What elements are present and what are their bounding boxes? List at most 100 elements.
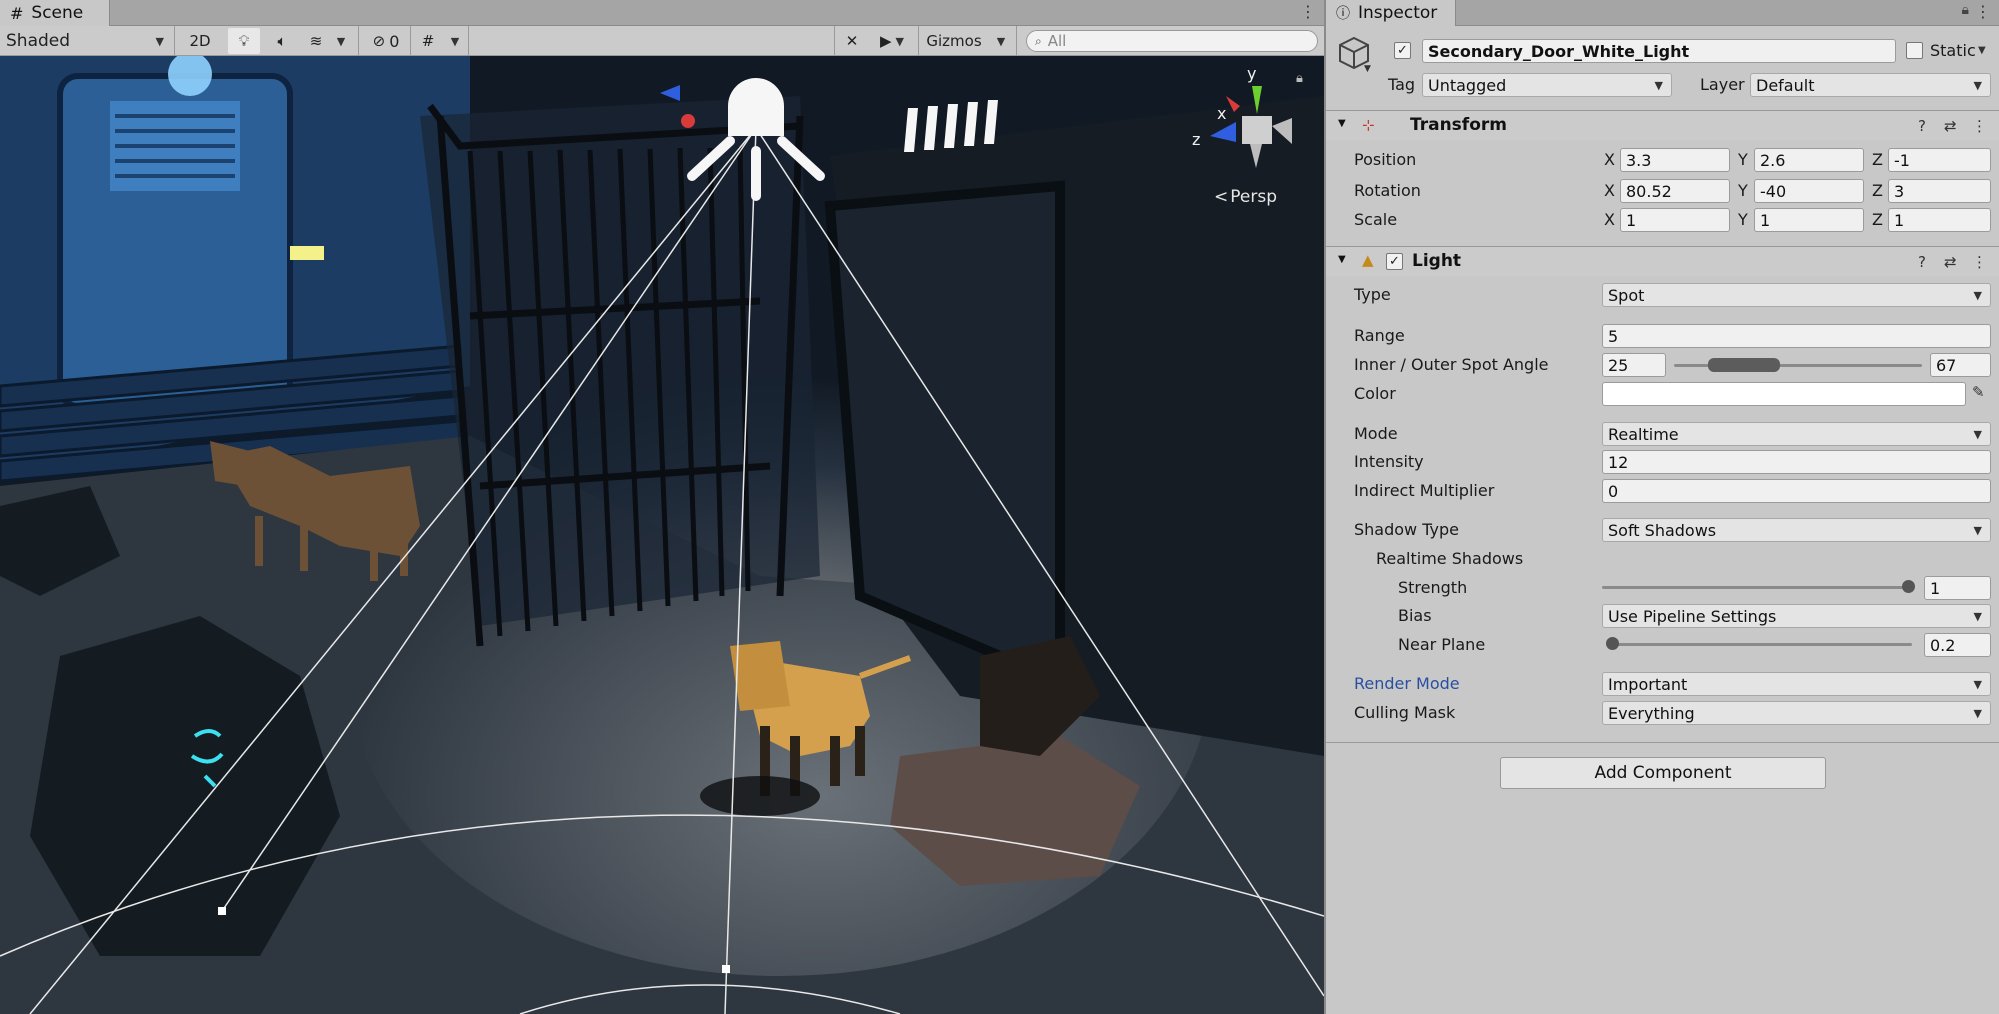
render-mode-dropdown[interactable]: Important ▼: [1602, 672, 1991, 696]
culling-mask-label: Culling Mask: [1354, 703, 1456, 722]
position-x-field[interactable]: 3.3: [1620, 148, 1730, 172]
color-field[interactable]: [1602, 382, 1966, 406]
chevron-down-icon[interactable]: ▼: [1364, 64, 1371, 74]
intensity-field[interactable]: 12: [1602, 450, 1991, 474]
cone-handle[interactable]: [218, 907, 226, 915]
tab-scene[interactable]: # Scene: [0, 0, 110, 26]
axis-y-label[interactable]: Y: [1738, 150, 1748, 169]
scale-y-field[interactable]: 1: [1754, 208, 1864, 232]
rotation-z-field[interactable]: 3: [1888, 179, 1991, 203]
more-options-icon[interactable]: ⋮: [1975, 2, 1991, 21]
layer-value: Default: [1756, 75, 1815, 95]
position-z-field[interactable]: -1: [1888, 148, 1991, 172]
scene-tab-bar: # Scene ⋮: [0, 0, 1324, 26]
scene-visibility-button[interactable]: ⊘ 0: [364, 28, 408, 54]
layer-dropdown[interactable]: Default ▼: [1750, 73, 1991, 97]
gizmos-button[interactable]: Gizmos: [922, 28, 986, 54]
strength-label: Strength: [1398, 578, 1468, 597]
tools-button[interactable]: ✕: [838, 28, 866, 54]
tools-icon: ✕: [845, 32, 859, 50]
type-value: Spot: [1608, 285, 1645, 305]
strength-slider-track[interactable]: [1602, 586, 1910, 589]
gizmos-dropdown[interactable]: ▼: [992, 28, 1010, 54]
search-icon: ⌕: [1035, 33, 1042, 48]
intensity-label: Intensity: [1354, 452, 1424, 471]
inner-angle-field[interactable]: 25: [1602, 353, 1666, 377]
effects-dropdown[interactable]: ▼: [332, 28, 350, 54]
grid-dropdown[interactable]: ▼: [446, 28, 464, 54]
axis-x-label[interactable]: X: [1604, 181, 1615, 200]
help-icon[interactable]: ?: [1918, 117, 1926, 135]
static-checkbox[interactable]: [1906, 42, 1923, 59]
axis-x-label[interactable]: X: [1604, 150, 1615, 169]
object-name-field[interactable]: Secondary_Door_White_Light: [1422, 39, 1896, 63]
tag-dropdown[interactable]: Untagged ▼: [1422, 73, 1672, 97]
axis-z-label[interactable]: Z: [1872, 150, 1883, 169]
grid-snap-button[interactable]: #: [414, 28, 442, 54]
indirect-multiplier-field[interactable]: 0: [1602, 479, 1991, 503]
active-checkbox[interactable]: ✓: [1394, 42, 1411, 59]
axis-y-label[interactable]: Y: [1738, 181, 1748, 200]
preset-icon[interactable]: ⇄: [1944, 253, 1957, 271]
lighting-toggle-button[interactable]: 💡︎: [228, 28, 260, 54]
lock-icon[interactable]: 🔒︎: [1962, 2, 1969, 18]
near-plane-slider-knob[interactable]: [1606, 637, 1619, 650]
grid-icon: #: [10, 3, 24, 23]
light-enabled-checkbox[interactable]: ✓: [1386, 253, 1403, 270]
near-plane-slider-track[interactable]: [1608, 643, 1912, 646]
axis-z-label[interactable]: Z: [1872, 210, 1883, 229]
position-label: Position: [1354, 150, 1417, 169]
bias-dropdown[interactable]: Use Pipeline Settings ▼: [1602, 604, 1991, 628]
type-dropdown[interactable]: Spot ▼: [1602, 283, 1991, 307]
draw-mode-dropdown[interactable]: Shaded ▼: [0, 28, 170, 54]
position-y-field[interactable]: 2.6: [1754, 148, 1864, 172]
scale-z-field[interactable]: 1: [1888, 208, 1991, 232]
bias-label: Bias: [1398, 606, 1432, 625]
chevron-down-icon: ▼: [1973, 289, 1982, 302]
chevron-down-icon: ▼: [1973, 707, 1982, 720]
cone-handle[interactable]: [722, 965, 730, 973]
near-plane-field[interactable]: 0.2: [1924, 633, 1991, 657]
2d-toggle-button[interactable]: 2D: [184, 28, 216, 54]
scale-x-field[interactable]: 1: [1620, 208, 1730, 232]
scene-panel: # Scene ⋮ Shaded ▼ 2D 💡︎ 🔈︎ ≋ ▼ ⊘ 0 # ▼ …: [0, 0, 1324, 1014]
scene-search-input[interactable]: ⌕ All: [1026, 30, 1318, 52]
culling-mask-dropdown[interactable]: Everything ▼: [1602, 701, 1991, 725]
rotation-y-field[interactable]: -40: [1754, 179, 1864, 203]
lock-icon[interactable]: 🔒︎: [1296, 71, 1303, 86]
chevron-down-icon: ▼: [1973, 524, 1982, 537]
mode-dropdown[interactable]: Realtime ▼: [1602, 422, 1991, 446]
audio-toggle-button[interactable]: 🔈︎: [266, 28, 298, 54]
more-options-icon[interactable]: ⋮: [1972, 253, 1987, 271]
mode-value: Realtime: [1608, 424, 1679, 444]
help-icon[interactable]: ?: [1918, 253, 1926, 271]
more-options-icon[interactable]: ⋮: [1972, 117, 1987, 135]
axis-z-label[interactable]: Z: [1872, 181, 1883, 200]
shadow-type-dropdown[interactable]: Soft Shadows ▼: [1602, 518, 1991, 542]
strength-slider-knob[interactable]: [1902, 580, 1915, 593]
more-options-icon[interactable]: ⋮: [1300, 2, 1316, 21]
add-component-button[interactable]: Add Component: [1500, 757, 1826, 789]
effects-button[interactable]: ≋: [302, 28, 330, 54]
light-header[interactable]: ▼ ▲ ✓ Light ? ⇄ ⋮: [1326, 246, 1999, 276]
range-field[interactable]: 5: [1602, 324, 1991, 348]
axis-x-label[interactable]: X: [1604, 210, 1615, 229]
eyedropper-icon[interactable]: ✎: [1972, 383, 1985, 401]
strength-field[interactable]: 1: [1924, 576, 1991, 600]
projection-label[interactable]: Persp: [1214, 187, 1277, 207]
spot-angle-range-handle[interactable]: [1708, 358, 1780, 372]
tab-inspector[interactable]: ⓘ Inspector: [1326, 0, 1456, 26]
camera-icon: ▶: [879, 32, 892, 50]
inspector-tab-bar: ⓘ Inspector 🔒︎ ⋮: [1326, 0, 1999, 26]
outer-angle-field[interactable]: 67: [1930, 353, 1991, 377]
layers-icon: ≋: [309, 32, 323, 50]
draw-mode-value: Shaded: [6, 31, 71, 51]
axis-y-label[interactable]: Y: [1738, 210, 1748, 229]
transform-header[interactable]: ▼ ⊹ Transform ? ⇄ ⋮: [1326, 110, 1999, 140]
camera-settings-button[interactable]: ▶ ▼: [872, 28, 912, 54]
scene-viewport[interactable]: y x z 🔒︎ Persp: [0, 56, 1324, 1014]
preset-icon[interactable]: ⇄: [1944, 117, 1957, 135]
realtime-shadows-label: Realtime Shadows: [1376, 549, 1524, 568]
static-dropdown[interactable]: ▼: [1978, 45, 1986, 56]
rotation-x-field[interactable]: 80.52: [1620, 179, 1730, 203]
